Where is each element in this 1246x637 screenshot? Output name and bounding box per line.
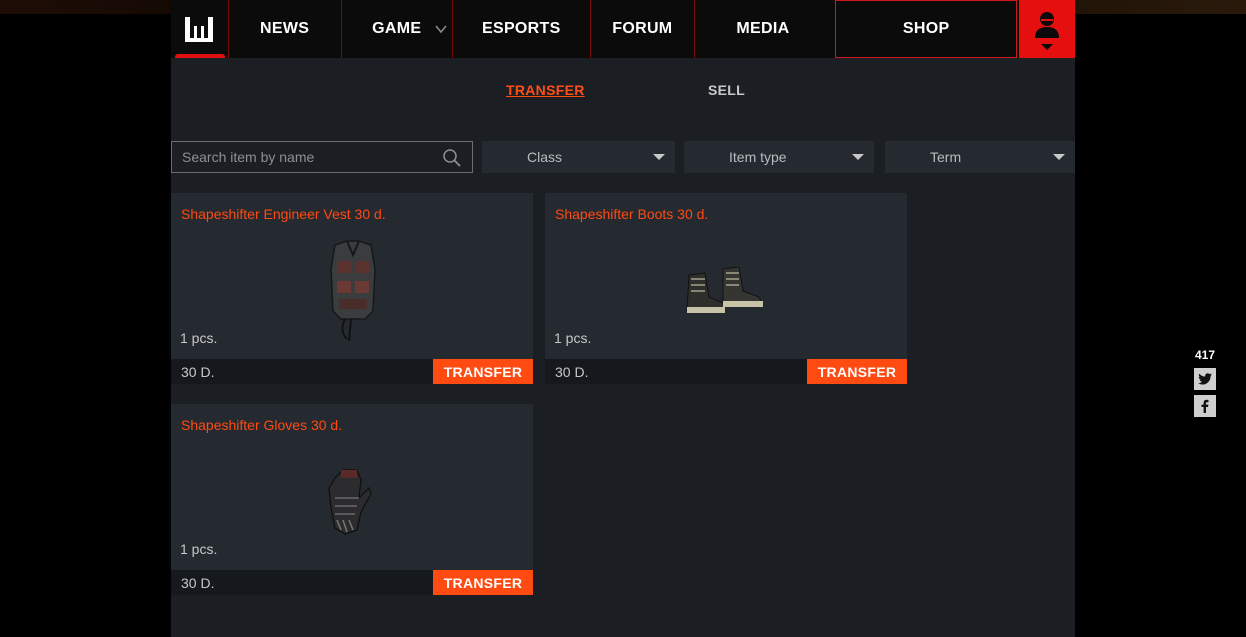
gloves-icon xyxy=(328,469,372,535)
twitter-share-button[interactable] xyxy=(1194,368,1216,390)
item-quantity: 1 pcs. xyxy=(180,541,218,557)
filter-bar: Class Item type Term xyxy=(171,141,1075,173)
main-panel: TRANSFER SELL Class Item type Term Shape… xyxy=(171,58,1075,637)
item-title: Shapeshifter Engineer Vest 30 d. xyxy=(181,206,386,222)
search-input[interactable] xyxy=(172,142,472,172)
item-type-select[interactable]: Item type xyxy=(684,141,874,173)
item-price: 30 D. xyxy=(555,364,589,380)
boots-icon xyxy=(686,267,764,313)
tab-sell[interactable]: SELL xyxy=(708,82,745,98)
search-icon[interactable] xyxy=(442,148,462,168)
nav-esports-label: ESPORTS xyxy=(482,20,561,37)
class-select[interactable]: Class xyxy=(482,141,675,173)
term-select-label: Term xyxy=(930,149,962,165)
chevron-down-icon xyxy=(435,25,447,34)
vest-icon xyxy=(330,240,376,342)
caret-down-icon xyxy=(852,154,864,160)
item-price: 30 D. xyxy=(181,364,215,380)
search-box xyxy=(171,141,473,173)
user-avatar-icon xyxy=(1035,12,1060,38)
share-count: 417 xyxy=(1194,348,1216,362)
nav-esports[interactable]: ESPORTS xyxy=(453,0,590,58)
item-footer: 30 D. TRANSFER xyxy=(545,359,907,384)
transfer-button[interactable]: TRANSFER xyxy=(433,570,533,595)
twitter-icon xyxy=(1198,373,1212,385)
nav-media[interactable]: MEDIA xyxy=(695,0,831,58)
nav-game[interactable]: GAME xyxy=(342,0,452,58)
item-footer: 30 D. TRANSFER xyxy=(171,359,533,384)
transfer-button[interactable]: TRANSFER xyxy=(807,359,907,384)
user-menu-button[interactable] xyxy=(1019,0,1076,58)
item-title: Shapeshifter Gloves 30 d. xyxy=(181,417,343,433)
item-price: 30 D. xyxy=(181,575,215,591)
facebook-share-button[interactable] xyxy=(1194,395,1216,417)
item-card: Shapeshifter Gloves 30 d. 1 pcs. 30 D. T… xyxy=(171,404,533,595)
item-footer: 30 D. TRANSFER xyxy=(171,570,533,595)
logo[interactable] xyxy=(171,0,228,58)
item-quantity: 1 pcs. xyxy=(180,330,218,346)
nav-shop[interactable]: SHOP xyxy=(834,0,1018,58)
term-select[interactable]: Term xyxy=(885,141,1075,173)
nav-news[interactable]: NEWS xyxy=(229,0,341,58)
nav-game-label: GAME xyxy=(372,20,422,37)
warface-logo-icon xyxy=(185,17,214,42)
nav-forum[interactable]: FORUM xyxy=(591,0,694,58)
item-card: Shapeshifter Boots 30 d. 1 pcs. 30 D. TR… xyxy=(545,193,907,384)
tab-bar: TRANSFER SELL xyxy=(171,82,1075,102)
item-card: Shapeshifter Engineer Vest 30 d. 1 pcs. … xyxy=(171,193,533,384)
caret-down-icon xyxy=(1053,154,1065,160)
item-type-select-label: Item type xyxy=(729,149,787,165)
nav-forum-label: FORUM xyxy=(612,20,673,37)
transfer-button[interactable]: TRANSFER xyxy=(433,359,533,384)
nav-media-label: MEDIA xyxy=(736,20,790,37)
caret-down-icon xyxy=(653,154,665,160)
facebook-icon xyxy=(1201,399,1209,413)
dropdown-arrow-icon xyxy=(1041,44,1054,50)
nav-shop-label: SHOP xyxy=(902,20,950,37)
top-navigation: NEWS GAME ESPORTS FORUM MEDIA SHOP xyxy=(171,0,1076,58)
tab-transfer[interactable]: TRANSFER xyxy=(506,82,585,98)
item-title: Shapeshifter Boots 30 d. xyxy=(555,206,709,222)
item-quantity: 1 pcs. xyxy=(554,330,592,346)
class-select-label: Class xyxy=(527,149,563,165)
social-share-panel: 417 xyxy=(1194,348,1216,422)
nav-news-label: NEWS xyxy=(260,20,310,37)
